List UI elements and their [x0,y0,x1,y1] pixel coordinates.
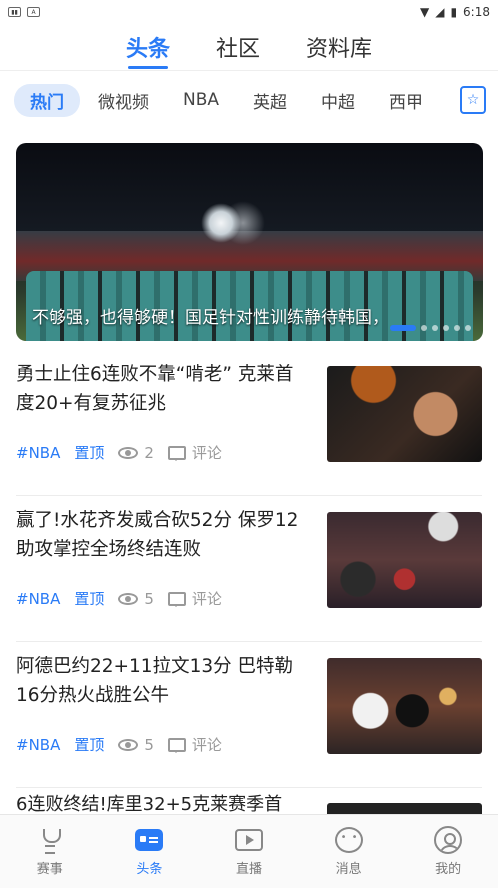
comment-label: 评论 [191,590,222,608]
pinned-label: 置顶 [74,590,105,608]
nav-label: 消息 [335,862,362,877]
comment-label: 评论 [191,736,222,754]
carousel-dot [454,325,460,331]
status-time: 6:18 [463,5,490,19]
top-tabs: 头条 社区 资料库 [0,24,498,70]
favorite-channels-button[interactable]: ☆ [460,86,486,114]
category-bar: 热门 微视频 NBA 英超 中超 西甲 ☆ [0,71,498,129]
comment-icon [167,591,186,607]
tab-headlines[interactable]: 头条 [126,31,170,63]
nav-label: 赛事 [36,862,63,877]
eye-icon [118,446,139,459]
carousel-dot [421,325,427,331]
news-icon [135,829,164,851]
news-item[interactable]: 勇士止住6连败不靠“啃老” 克莱首度20+有复苏征兆 #NBA 置顶 2 评论 [16,350,482,496]
status-bar: ▮▮ A ▼ ◢ ▮ 6:18 [0,0,498,24]
nav-live[interactable]: 直播 [209,826,289,877]
news-meta: #NBA 置顶 5 评论 [16,734,222,755]
eye-icon [118,738,139,751]
a-icon: A [27,7,40,17]
nav-messages[interactable]: 消息 [309,826,389,877]
nav-label: 头条 [136,862,163,877]
star-icon: ☆ [466,92,480,108]
news-thumbnail [327,366,482,462]
news-title: 阿德巴约22+11拉文13分 巴特勒16分热火战胜公牛 [16,656,294,706]
wifi-icon: ▼ [419,5,430,19]
carousel-dot [443,325,449,331]
comment-button[interactable]: 评论 [167,734,222,755]
news-title-partial[interactable]: 6连败终结!库里32+5克莱赛季首 [16,790,316,816]
news-thumbnail [327,512,482,608]
banner-carousel[interactable]: 不够强，也得够硬！国足针对性训练静待韩国， [16,143,483,341]
live-play-icon [234,829,263,851]
category-premier-league[interactable]: 英超 [237,84,303,117]
sim-icon: ▮▮ [8,7,21,17]
category-nba[interactable]: NBA [167,86,235,114]
pinned-label: 置顶 [74,444,105,462]
message-icon [334,827,363,853]
news-tag[interactable]: #NBA [16,590,60,608]
nav-profile[interactable]: 我的 [408,826,488,877]
carousel-dot [465,325,471,331]
carousel-dot [432,325,438,331]
carousel-dot [390,325,416,331]
tab-community[interactable]: 社区 [216,31,260,63]
news-tag[interactable]: #NBA [16,736,60,754]
battery-icon: ▮ [450,5,458,19]
comment-button[interactable]: 评论 [167,442,222,463]
nav-headlines[interactable]: 头条 [109,826,189,877]
pinned-label: 置顶 [74,736,105,754]
nav-events[interactable]: 赛事 [10,826,90,877]
nav-label: 我的 [435,862,462,877]
news-title: 勇士止住6连败不靠“啃老” 克莱首度20+有复苏征兆 [16,364,294,414]
news-list: 勇士止住6连败不靠“啃老” 克莱首度20+有复苏征兆 #NBA 置顶 2 评论 … [0,350,498,788]
news-item[interactable]: 阿德巴约22+11拉文13分 巴特勒16分热火战胜公牛 #NBA 置顶 5 评论 [16,642,482,788]
comment-label: 评论 [191,444,222,462]
comment-icon [167,737,186,753]
category-micro-video[interactable]: 微视频 [82,84,165,117]
news-thumbnail [327,658,482,754]
tab-database[interactable]: 资料库 [306,31,372,63]
signal-icon: ◢ [435,5,445,19]
view-count: 2 [144,443,154,462]
banner-caption: 不够强，也得够硬！国足针对性训练静待韩国， [32,308,389,328]
comment-button[interactable]: 评论 [167,588,222,609]
bottom-nav: 赛事 头条 直播 消息 我的 [0,814,498,888]
news-meta: #NBA 置顶 5 评论 [16,588,222,609]
category-hot[interactable]: 热门 [14,83,80,117]
news-title: 赢了!水花齐发威合砍52分 保罗12助攻掌控全场终结连败 [16,510,299,560]
comment-icon [167,445,186,461]
carousel-indicator [390,325,471,331]
news-tag[interactable]: #NBA [16,444,60,462]
category-la-liga[interactable]: 西甲 [373,84,439,117]
trophy-icon [39,829,61,854]
category-csl[interactable]: 中超 [305,84,371,117]
news-item[interactable]: 赢了!水花齐发威合砍52分 保罗12助攻掌控全场终结连败 #NBA 置顶 5 评… [16,496,482,642]
profile-icon [434,826,463,854]
news-meta: #NBA 置顶 2 评论 [16,442,222,463]
view-count: 5 [144,589,154,608]
eye-icon [118,592,139,605]
view-count: 5 [144,735,154,754]
nav-label: 直播 [235,862,262,877]
